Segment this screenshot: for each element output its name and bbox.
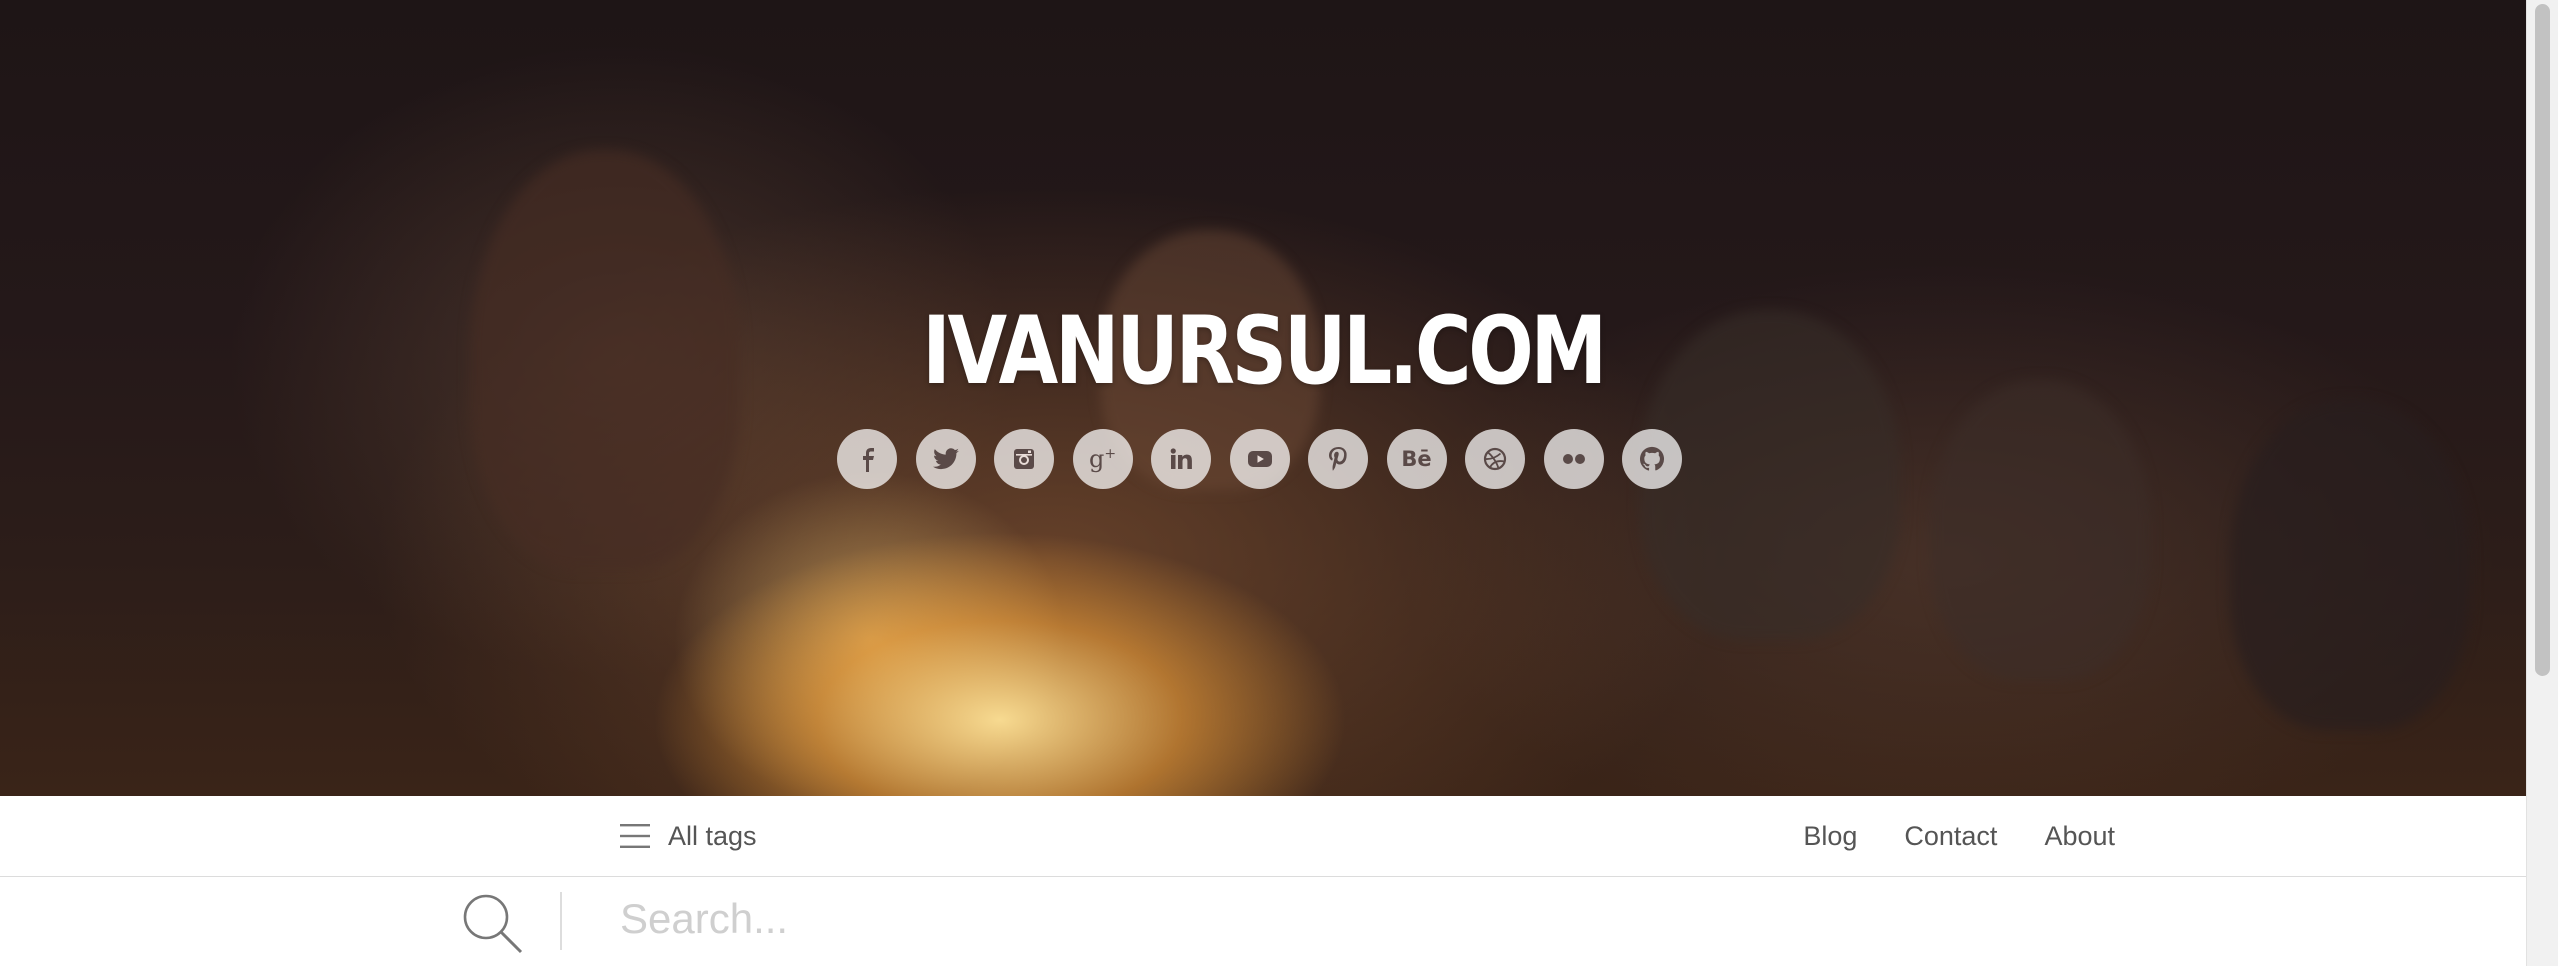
hero-photo-figure bbox=[2230, 400, 2470, 730]
instagram-icon[interactable] bbox=[994, 429, 1054, 489]
nav-link-about[interactable]: About bbox=[2044, 818, 2115, 854]
page-scrollbar[interactable] bbox=[2526, 0, 2558, 966]
github-icon[interactable] bbox=[1622, 429, 1682, 489]
youtube-icon[interactable] bbox=[1229, 429, 1290, 489]
linkedin-icon[interactable] bbox=[1151, 429, 1211, 489]
social-links: g+ Bē bbox=[837, 429, 1682, 489]
search-icon[interactable] bbox=[460, 891, 526, 957]
pinterest-icon[interactable] bbox=[1308, 429, 1368, 489]
search-divider bbox=[560, 892, 562, 950]
search-bar bbox=[0, 877, 2527, 966]
site-title[interactable]: IVANURSUL.COM bbox=[227, 305, 2299, 399]
all-tags-toggle[interactable]: All tags bbox=[620, 818, 757, 854]
google-plus-icon[interactable]: g+ bbox=[1072, 429, 1133, 489]
flickr-icon[interactable] bbox=[1543, 429, 1604, 489]
hamburger-icon bbox=[620, 824, 650, 848]
nav-link-contact[interactable]: Contact bbox=[1904, 818, 1997, 854]
main-navbar: All tags Blog Contact About bbox=[0, 796, 2527, 877]
nav-link-blog[interactable]: Blog bbox=[1803, 818, 1857, 854]
all-tags-label: All tags bbox=[668, 820, 757, 851]
behance-icon[interactable]: Bē bbox=[1386, 429, 1447, 489]
facebook-icon[interactable] bbox=[837, 429, 897, 489]
page: IVANURSUL.COM g+ Bē All tags Blog Contac… bbox=[0, 0, 2558, 966]
dribbble-icon[interactable] bbox=[1465, 429, 1525, 489]
hero-photo-figure bbox=[1930, 380, 2150, 680]
hero-banner: IVANURSUL.COM g+ Bē bbox=[0, 0, 2527, 796]
scrollbar-thumb[interactable] bbox=[2535, 4, 2550, 676]
nav-links: Blog Contact About bbox=[1756, 818, 2115, 854]
search-input[interactable] bbox=[600, 889, 2040, 949]
twitter-icon[interactable] bbox=[915, 429, 976, 489]
